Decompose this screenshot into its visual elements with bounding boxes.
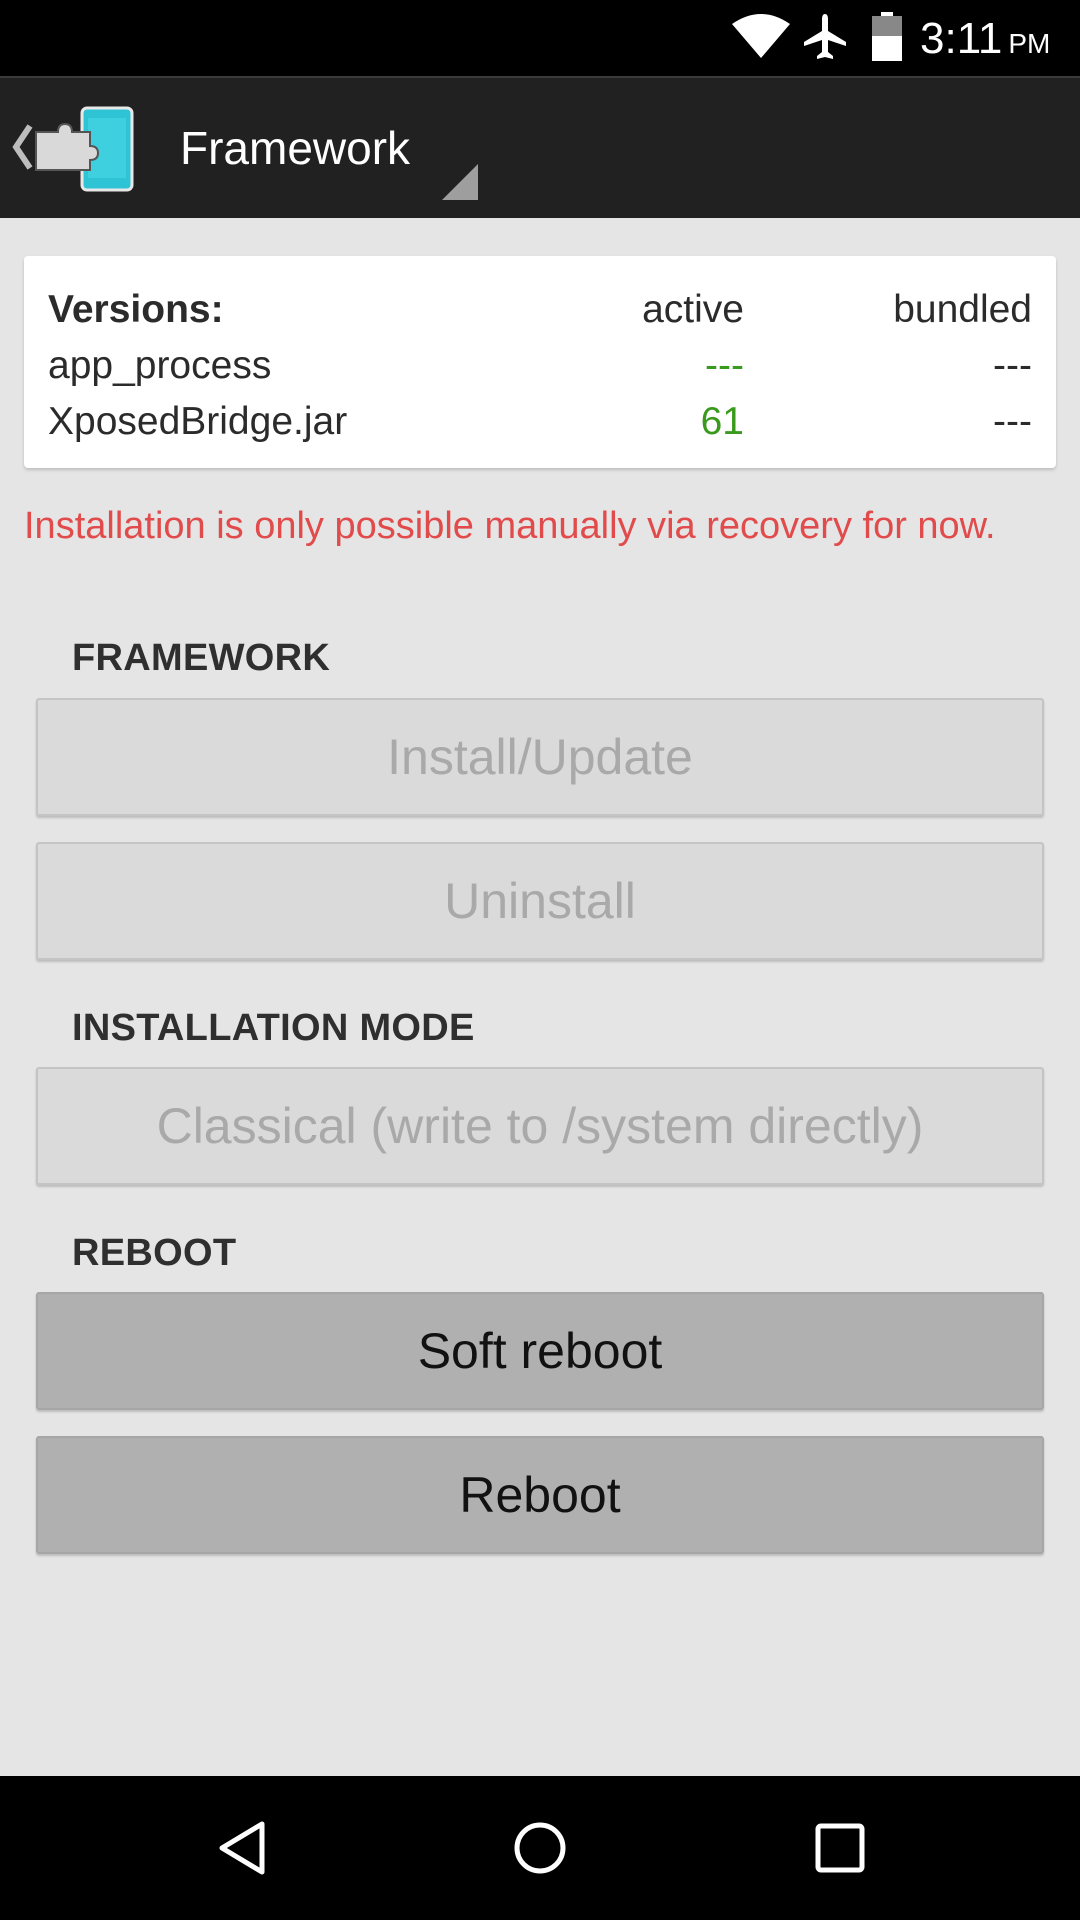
warning-text: Installation is only possible manually v… [24, 505, 996, 547]
version-row-name: app_process [48, 344, 272, 387]
version-row-bundled: --- [993, 400, 1032, 443]
airplane-icon [804, 14, 846, 59]
status-bar: 3:11 PM [0, 0, 1080, 76]
section-header-framework: FRAMEWORK [72, 637, 331, 679]
back-icon[interactable] [212, 1818, 272, 1878]
active-column-header: active [642, 288, 744, 331]
version-row-bundled: --- [993, 344, 1032, 387]
page-title[interactable]: Framework [180, 118, 410, 178]
bundled-column-header: bundled [893, 288, 1032, 331]
status-clock: 3:11 PM [920, 14, 1050, 69]
clock-time: 3:11 [920, 14, 1003, 63]
screen: 3:11 PM Framework Versions: active bundle… [0, 0, 1080, 1920]
navigation-bar [0, 1776, 1080, 1920]
version-row-name: XposedBridge.jar [48, 400, 348, 443]
version-row-xposedbridge: XposedBridge.jar 61 --- [48, 394, 1032, 450]
version-row-active: 61 [700, 400, 744, 443]
uninstall-button[interactable]: Uninstall [36, 842, 1044, 960]
versions-label: Versions: [48, 288, 224, 331]
section-header-reboot: REBOOT [72, 1232, 237, 1274]
clock-ampm: PM [1008, 28, 1051, 59]
version-row-app-process: app_process --- --- [48, 338, 1032, 394]
action-bar: Framework [0, 76, 1080, 218]
install-update-button[interactable]: Install/Update [36, 698, 1044, 816]
version-row-active: --- [705, 344, 744, 387]
reboot-button[interactable]: Reboot [36, 1436, 1044, 1554]
installation-mode-spinner[interactable]: Classical (write to /system directly) [36, 1067, 1044, 1185]
section-header-installation-mode: INSTALLATION MODE [72, 1007, 475, 1049]
recents-icon[interactable] [810, 1818, 870, 1878]
wifi-icon [732, 14, 790, 58]
home-icon[interactable] [510, 1818, 570, 1878]
versions-header-row: Versions: active bundled [48, 282, 1032, 338]
spinner-triangle-icon[interactable] [442, 164, 478, 200]
versions-card: Versions: active bundled app_process ---… [24, 256, 1056, 468]
battery-icon [872, 12, 902, 61]
soft-reboot-button[interactable]: Soft reboot [36, 1292, 1044, 1410]
xposed-app-icon[interactable] [32, 106, 136, 192]
